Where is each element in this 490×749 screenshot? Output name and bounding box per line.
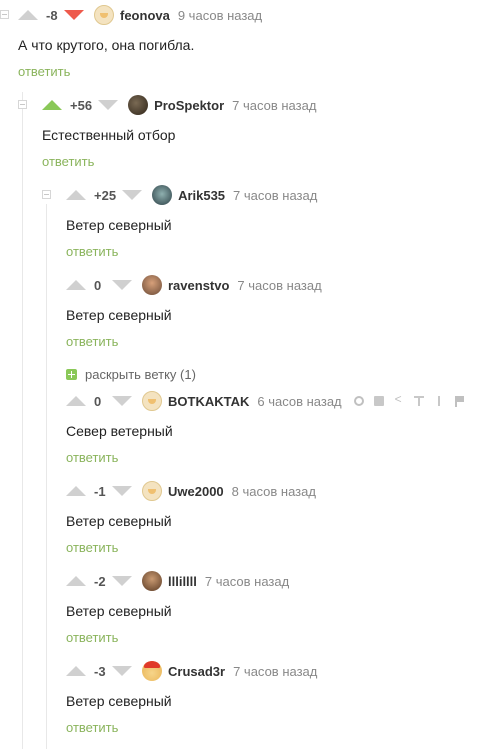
comment-text: Ветер северный xyxy=(66,513,172,529)
reply-link[interactable]: ответить xyxy=(18,64,70,79)
comment-text: Ветер северный xyxy=(66,217,172,233)
comment: -1 Uwe2000 8 часов назад Ветер северный … xyxy=(0,476,490,566)
comment-time[interactable]: 7 часов назад xyxy=(233,664,317,679)
downvote-arrow-icon[interactable] xyxy=(112,666,132,676)
upvote-arrow-icon[interactable] xyxy=(66,576,86,586)
comment-header: -1 Uwe2000 8 часов назад xyxy=(66,481,316,501)
downvote-arrow-icon[interactable] xyxy=(112,396,132,406)
comment-header: +25 Arik535 7 часов назад xyxy=(66,185,317,205)
comment-header: 0 ravenstvo 7 часов назад xyxy=(66,275,322,295)
comment-rating: +25 xyxy=(94,187,117,203)
downvote-arrow-icon[interactable] xyxy=(64,10,84,20)
link-icon[interactable] xyxy=(353,396,364,406)
comment-tools xyxy=(353,392,464,407)
comment-text: Ветер северный xyxy=(66,603,172,619)
upvote-arrow-icon[interactable] xyxy=(42,100,62,110)
go-to-top-icon[interactable] xyxy=(413,396,424,406)
comment-rating: 0 xyxy=(94,277,102,293)
comment-header: -3 Crusad3r 7 часов назад xyxy=(66,661,317,681)
comment: 0 BOTKAKTAK 6 часов назад Север ветерный… xyxy=(0,386,490,476)
downvote-arrow-icon[interactable] xyxy=(112,486,132,496)
branch-icon[interactable] xyxy=(434,396,444,406)
comment-rating: -8 xyxy=(46,7,58,23)
save-icon[interactable] xyxy=(373,396,384,406)
comment-time[interactable]: 7 часов назад xyxy=(232,98,316,113)
comment: +56 ProSpektor 7 часов назад Естественны… xyxy=(0,90,490,180)
comment-text: А что крутого, она погибла. xyxy=(18,37,195,53)
reply-link[interactable]: ответить xyxy=(66,540,118,555)
comment-rating: -3 xyxy=(94,663,106,679)
avatar[interactable] xyxy=(94,5,114,25)
comment-author[interactable]: feonova xyxy=(120,8,170,23)
plus-icon xyxy=(66,369,77,380)
avatar[interactable] xyxy=(142,571,162,591)
comment-text: Север ветерный xyxy=(66,423,173,439)
comment-author[interactable]: Crusad3r xyxy=(168,664,225,679)
comment-author[interactable]: ravenstvo xyxy=(168,278,229,293)
comment-time[interactable]: 8 часов назад xyxy=(232,484,316,499)
comment: 0 ravenstvo 7 часов назад Ветер северный… xyxy=(0,270,490,360)
avatar[interactable] xyxy=(142,275,162,295)
comment-time[interactable]: 7 часов назад xyxy=(237,278,321,293)
comment-text: Ветер северный xyxy=(66,307,172,323)
comment-author[interactable]: lllillll xyxy=(168,574,197,589)
upvote-arrow-icon[interactable] xyxy=(66,666,86,676)
comment-rating: -1 xyxy=(94,483,106,499)
downvote-arrow-icon[interactable] xyxy=(112,576,132,586)
comment-header: 0 BOTKAKTAK 6 часов назад xyxy=(66,391,464,411)
comment-author[interactable]: Arik535 xyxy=(178,188,225,203)
upvote-arrow-icon[interactable] xyxy=(66,396,86,406)
reply-link[interactable]: ответить xyxy=(66,630,118,645)
upvote-arrow-icon[interactable] xyxy=(66,190,86,200)
avatar[interactable] xyxy=(152,185,173,205)
comment-text: Ветер северный xyxy=(66,693,172,709)
share-icon[interactable] xyxy=(394,392,404,406)
comment-text: Естественный отбор xyxy=(42,127,176,143)
report-flag-icon[interactable] xyxy=(454,396,464,407)
downvote-arrow-icon[interactable] xyxy=(98,100,119,110)
avatar[interactable] xyxy=(128,95,149,115)
comment-time[interactable]: 7 часов назад xyxy=(233,188,317,203)
comment-rating: +56 xyxy=(70,97,93,113)
reply-link[interactable]: ответить xyxy=(66,720,118,735)
comment-author[interactable]: BOTKAKTAK xyxy=(168,394,249,409)
comment-header: +56 ProSpektor 7 часов назад xyxy=(42,95,316,115)
comment: -2 lllillll 7 часов назад Ветер северный… xyxy=(0,566,490,656)
avatar[interactable] xyxy=(142,481,162,501)
comment-rating: -2 xyxy=(94,573,106,589)
downvote-arrow-icon[interactable] xyxy=(112,280,132,290)
comment-time[interactable]: 7 часов назад xyxy=(205,574,289,589)
comment: +25 Arik535 7 часов назад Ветер северный… xyxy=(0,180,490,270)
reply-link[interactable]: ответить xyxy=(66,450,118,465)
comment-header: -2 lllillll 7 часов назад xyxy=(66,571,289,591)
comment-rating: 0 xyxy=(94,393,102,409)
comment-author[interactable]: Uwe2000 xyxy=(168,484,224,499)
comment-time[interactable]: 6 часов назад xyxy=(257,394,341,409)
expand-branch-label: раскрыть ветку (1) xyxy=(85,367,196,382)
downvote-arrow-icon[interactable] xyxy=(122,190,143,200)
upvote-arrow-icon[interactable] xyxy=(66,486,86,496)
expand-branch-button[interactable]: раскрыть ветку (1) xyxy=(66,367,196,382)
comment: -3 Crusad3r 7 часов назад Ветер северный… xyxy=(0,656,490,746)
upvote-arrow-icon[interactable] xyxy=(66,280,86,290)
avatar[interactable] xyxy=(142,661,162,681)
comment: -8 feonova 9 часов назад А что крутого, … xyxy=(0,0,490,90)
reply-link[interactable]: ответить xyxy=(66,244,118,259)
upvote-arrow-icon[interactable] xyxy=(18,10,38,20)
comment-header: -8 feonova 9 часов назад xyxy=(18,5,262,25)
comment-time[interactable]: 9 часов назад xyxy=(178,8,262,23)
reply-link[interactable]: ответить xyxy=(66,334,118,349)
comment-author[interactable]: ProSpektor xyxy=(154,98,224,113)
avatar[interactable] xyxy=(142,391,162,411)
reply-link[interactable]: ответить xyxy=(42,154,94,169)
